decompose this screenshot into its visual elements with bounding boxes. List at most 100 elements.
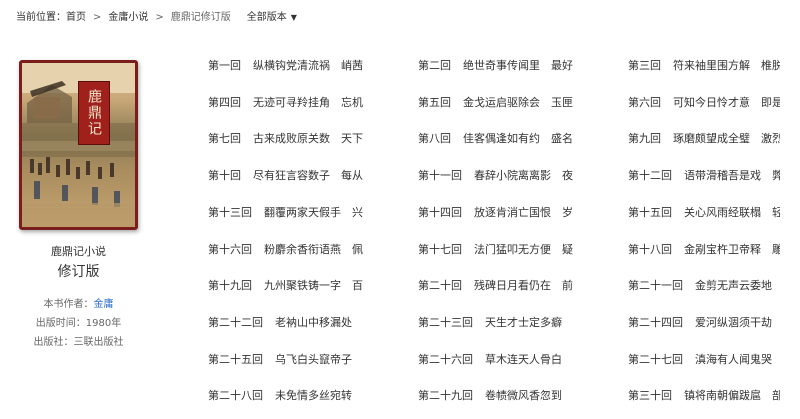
chapter-title: 绝世奇事传闻里 最好 xyxy=(463,59,573,72)
chapter-title: 关心风雨经联榻 轻 xyxy=(684,206,780,219)
breadcrumb-separator: > xyxy=(93,12,102,23)
chapter-title: 古来成败原关数 天下 xyxy=(253,132,363,145)
chapter-number: 第十一回 xyxy=(418,169,462,182)
chapter-link[interactable]: 第二十回 残碑日月看仍在 前 xyxy=(418,278,582,294)
chapter-link[interactable]: 第十七回 法门猛叩无方便 疑 xyxy=(418,242,582,258)
caret-down-icon: ▼ xyxy=(290,13,297,22)
chapter-title: 金剐宝杵卫帝释 雕 xyxy=(684,243,780,256)
chapter-title: 可知今日怜才意 即是 xyxy=(673,96,780,109)
chapter-number: 第二十一回 xyxy=(628,279,683,292)
chapter-title: 琢磨颇望成全璧 激烈 xyxy=(673,132,780,145)
breadcrumb-category-link[interactable]: 金庸小说 xyxy=(108,10,148,26)
chapter-title: 翻覆两家天假手 兴 xyxy=(264,206,363,219)
chapter-title: 佳客偶逢如有约 盛名 xyxy=(463,132,573,145)
chapter-link[interactable]: 第二十四回 爱河纵涸须干劫 xyxy=(628,315,780,331)
chapter-link[interactable]: 第四回 无迹可寻羚挂角 忘机 xyxy=(208,95,368,111)
chapter-link[interactable]: 第二回 绝世奇事传闻里 最好 xyxy=(418,58,582,74)
breadcrumb-prefix: 当前位置： xyxy=(16,12,66,23)
chapter-link[interactable]: 第八回 佳客偶逢如有约 盛名 xyxy=(418,131,582,147)
chapter-number: 第十三回 xyxy=(208,206,252,219)
chapter-title: 天生才士定多癖 xyxy=(485,316,562,329)
chapter-number: 第二十七回 xyxy=(628,353,683,366)
publisher-row: 出版社：三联出版社 xyxy=(19,333,138,348)
chapter-title: 滇海有人闻鬼哭 xyxy=(695,353,772,366)
chapter-title: 无迹可寻羚挂角 忘机 xyxy=(253,96,363,109)
chapter-title: 卷帻微风香忽到 xyxy=(485,389,562,402)
chapter-title: 镇将南朝偏跋扈 部 xyxy=(684,389,780,402)
author-label: 本书作者： xyxy=(43,299,94,310)
chapter-link[interactable]: 第十九回 九州聚铁铸一字 百 xyxy=(208,278,368,294)
chapter-link[interactable]: 第二十七回 滇海有人闻鬼哭 xyxy=(628,352,780,368)
chapter-title: 符来袖里围方解 椎脱 xyxy=(673,59,780,72)
chapter-link[interactable]: 第十二回 语带滑稽吾是戏 弊 xyxy=(628,168,780,184)
chapter-link[interactable]: 第十八回 金剐宝杵卫帝释 雕 xyxy=(628,242,780,258)
chapter-title: 法门猛叩无方便 疑 xyxy=(474,243,573,256)
chapter-title: 九州聚铁铸一字 百 xyxy=(264,279,363,292)
chapter-title: 爱河纵涸须干劫 xyxy=(695,316,772,329)
chapter-link[interactable]: 第十五回 关心风雨经联榻 轻 xyxy=(628,205,780,221)
chapter-link[interactable]: 第十四回 放逐肯消亡国恨 岁 xyxy=(418,205,582,221)
all-versions-dropdown[interactable]: 全部版本 ▼ xyxy=(247,10,297,26)
breadcrumb-separator: > xyxy=(155,12,164,23)
chapter-number: 第十回 xyxy=(208,169,241,182)
chapter-link[interactable]: 第二十五回 乌飞白头竄帝子 xyxy=(208,352,368,368)
chapter-link[interactable]: 第十三回 翻覆两家天假手 兴 xyxy=(208,205,368,221)
chapter-link[interactable]: 第二十二回 老衲山中移漏处 xyxy=(208,315,368,331)
chapter-link[interactable]: 第三回 符来袖里围方解 椎脱 xyxy=(628,58,780,74)
chapter-number: 第二十三回 xyxy=(418,316,473,329)
chapter-link[interactable]: 第九回 琢磨颇望成全璧 激烈 xyxy=(628,131,780,147)
chapter-link[interactable]: 第二十六回 草木连天人骨白 xyxy=(418,352,582,368)
publish-date-value: 1980年 xyxy=(85,318,122,329)
chapter-number: 第二十回 xyxy=(418,279,462,292)
publisher-value: 三联出版社 xyxy=(73,337,124,348)
chapter-title: 金剪无声云委地 xyxy=(695,279,772,292)
chapter-title: 未免情多丝宛转 xyxy=(275,389,352,402)
chapter-link[interactable]: 第五回 金戈运启驱除会 玉匣 xyxy=(418,95,582,111)
chapter-title: 尽有狂言容数子 每从 xyxy=(253,169,363,182)
publisher-label: 出版社： xyxy=(33,337,74,348)
chapter-title: 草木连天人骨白 xyxy=(485,353,562,366)
chapter-number: 第十八回 xyxy=(628,243,672,256)
chapter-link[interactable]: 第七回 古来成败原关数 天下 xyxy=(208,131,368,147)
author-row: 本书作者：金庸 xyxy=(19,295,138,310)
chapter-link[interactable]: 第二十九回 卷帻微风香忽到 xyxy=(418,388,582,404)
chapter-title: 粉麝余香衔语燕 佩 xyxy=(264,243,363,256)
chapter-link[interactable]: 第十六回 粉麝余香衔语燕 佩 xyxy=(208,242,368,258)
chapter-title: 残碑日月看仍在 前 xyxy=(474,279,573,292)
chapter-number: 第八回 xyxy=(418,132,451,145)
chapter-number: 第九回 xyxy=(628,132,661,145)
chapter-title: 老衲山中移漏处 xyxy=(275,316,352,329)
chapter-number: 第七回 xyxy=(208,132,241,145)
chapter-number: 第十四回 xyxy=(418,206,462,219)
book-edition: 修订版 xyxy=(57,264,100,280)
chapter-number: 第十二回 xyxy=(628,169,672,182)
chapter-link[interactable]: 第三十回 镇将南朝偏跋扈 部 xyxy=(628,388,780,404)
author-link[interactable]: 金庸 xyxy=(94,299,114,310)
chapter-link[interactable]: 第六回 可知今日怜才意 即是 xyxy=(628,95,780,111)
book-cover-image[interactable]: 鹿鼎记 xyxy=(19,60,138,230)
chapter-number: 第二十四回 xyxy=(628,316,683,329)
book-title: 鹿鼎记小说 xyxy=(51,245,106,258)
breadcrumb-home-link[interactable]: 首页 xyxy=(66,10,86,26)
publish-date-label: 出版时间： xyxy=(35,318,86,329)
chapter-number: 第二十五回 xyxy=(208,353,263,366)
chapter-link[interactable]: 第二十一回 金剪无声云委地 xyxy=(628,278,780,294)
chapter-number: 第十九回 xyxy=(208,279,252,292)
chapter-number: 第十七回 xyxy=(418,243,462,256)
cover-title: 鹿鼎记 xyxy=(78,81,110,145)
chapter-link[interactable]: 第十回 尽有狂言容数子 每从 xyxy=(208,168,368,184)
chapter-number: 第二十八回 xyxy=(208,389,263,402)
breadcrumb-current: 鹿鼎记修订版 xyxy=(170,12,231,23)
chapter-number: 第六回 xyxy=(628,96,661,109)
chapter-number: 第五回 xyxy=(418,96,451,109)
chapter-number: 第十五回 xyxy=(628,206,672,219)
chapter-title: 乌飞白头竄帝子 xyxy=(275,353,352,366)
breadcrumb: 当前位置： 首页 > 金庸小说 > 鹿鼎记修订版 全部版本 ▼ xyxy=(16,10,297,26)
chapter-number: 第十六回 xyxy=(208,243,252,256)
chapter-link[interactable]: 第十一回 春辞小院离离影 夜 xyxy=(418,168,582,184)
chapter-link[interactable]: 第二十八回 未免情多丝宛转 xyxy=(208,388,368,404)
chapter-number: 第三十回 xyxy=(628,389,672,402)
chapter-link[interactable]: 第二十三回 天生才士定多癖 xyxy=(418,315,582,331)
chapter-link[interactable]: 第一回 纵横钩党清流祸 峭茜 xyxy=(208,58,368,74)
chapter-number: 第二十二回 xyxy=(208,316,263,329)
